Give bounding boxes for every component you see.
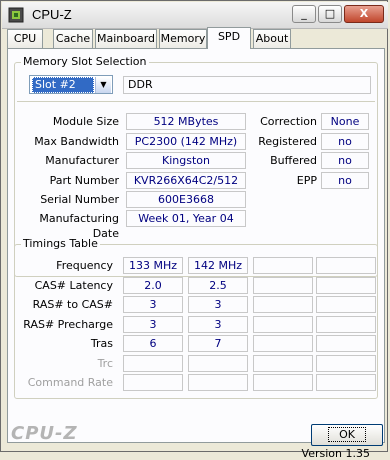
buffered-label: Buffered	[270, 154, 317, 167]
timing-row-label: CAS# Latency	[34, 279, 113, 292]
memory-type-field: DDR	[123, 76, 371, 94]
timing-cell	[123, 374, 183, 391]
timing-cell	[253, 316, 313, 333]
ok-button-label: OK	[328, 427, 366, 442]
timing-row-label: RAS# Precharge	[23, 318, 113, 331]
slot-select-value: Slot #2	[32, 77, 94, 93]
epp-value: no	[321, 172, 369, 189]
tab-mainboard[interactable]: Mainboard	[95, 29, 157, 48]
timing-cell	[253, 335, 313, 352]
cpuz-window: CPU-Z _ □ X CPU Cache Mainboard Memory S…	[0, 0, 388, 460]
tab-memory[interactable]: Memory	[159, 29, 207, 48]
timing-cell	[316, 257, 376, 274]
max-bandwidth-value: PC2300 (142 MHz)	[126, 133, 246, 150]
registered-value: no	[321, 133, 369, 150]
window-title: CPU-Z	[32, 7, 72, 22]
tab-cache[interactable]: Cache	[53, 29, 93, 48]
manufacturer-value: Kingston	[126, 152, 246, 169]
part-number-label: Part Number	[49, 174, 119, 187]
timing-row-label: Trc	[97, 357, 113, 370]
timing-cell	[253, 277, 313, 294]
epp-label: EPP	[296, 174, 317, 187]
timing-row-label: Frequency	[56, 259, 113, 272]
title-bar[interactable]: CPU-Z _ □ X	[2, 2, 388, 29]
timing-cell: 3	[188, 316, 248, 333]
cpuz-logo: CPU-Z	[11, 423, 78, 444]
timing-cell: 7	[188, 335, 248, 352]
spd-panel: Memory Slot Selection Slot #2 ▼ DDR Modu…	[7, 48, 385, 460]
buffered-value: no	[321, 152, 369, 169]
manufacturing-date-value: Week 01, Year 04	[126, 210, 246, 227]
tab-about[interactable]: About	[253, 29, 291, 48]
module-size-value: 512 MBytes	[126, 113, 246, 130]
timing-cell: 3	[123, 316, 183, 333]
manufacturer-label: Manufacturer	[45, 154, 119, 167]
timing-cell: 3	[123, 296, 183, 313]
timing-row-label: RAS# to CAS#	[32, 298, 113, 311]
close-button[interactable]: X	[344, 5, 384, 23]
timing-cell	[316, 374, 376, 391]
serial-number-label: Serial Number	[40, 193, 119, 206]
timing-cell: 2.5	[188, 277, 248, 294]
timing-cell: 133 MHz	[123, 257, 183, 274]
timing-cell	[316, 335, 376, 352]
chevron-down-icon[interactable]: ▼	[95, 77, 111, 93]
timing-cell	[316, 277, 376, 294]
timing-cell	[316, 296, 376, 313]
timing-cell: 2.0	[123, 277, 183, 294]
timing-cell: 3	[188, 296, 248, 313]
app-icon	[8, 7, 24, 23]
timing-cell	[253, 257, 313, 274]
timing-cell: 6	[123, 335, 183, 352]
max-bandwidth-label: Max Bandwidth	[34, 135, 119, 148]
ok-button[interactable]: OK	[311, 424, 383, 446]
timing-cell	[253, 296, 313, 313]
correction-value: None	[321, 113, 369, 130]
timings-group-title: Timings Table	[21, 237, 100, 250]
part-number-value: KVR266X64C2/512	[126, 172, 246, 189]
slot-select[interactable]: Slot #2 ▼	[29, 75, 113, 94]
memory-slot-group-title: Memory Slot Selection	[21, 55, 149, 68]
timing-cell	[188, 374, 248, 391]
timings-group: Timings Table Frequency 133 MHz 142 MHz CAS…	[14, 237, 378, 399]
timing-cell	[253, 374, 313, 391]
timing-row-label: Tras	[90, 337, 113, 350]
serial-number-value: 600E3668	[126, 191, 246, 208]
timing-row-label: Command Rate	[27, 376, 113, 389]
tab-spd[interactable]: SPD	[207, 27, 251, 49]
timing-cell	[316, 316, 376, 333]
registered-label: Registered	[258, 135, 317, 148]
minimize-button[interactable]: _	[292, 5, 316, 23]
divider	[17, 101, 375, 102]
timing-cell: 142 MHz	[188, 257, 248, 274]
maximize-button[interactable]: □	[318, 5, 342, 23]
timing-cell	[316, 355, 376, 372]
timing-cell	[188, 355, 248, 372]
module-size-label: Module Size	[52, 115, 119, 128]
correction-label: Correction	[260, 115, 317, 128]
timing-cell	[123, 355, 183, 372]
tab-cpu[interactable]: CPU	[7, 29, 43, 48]
timing-cell	[253, 355, 313, 372]
